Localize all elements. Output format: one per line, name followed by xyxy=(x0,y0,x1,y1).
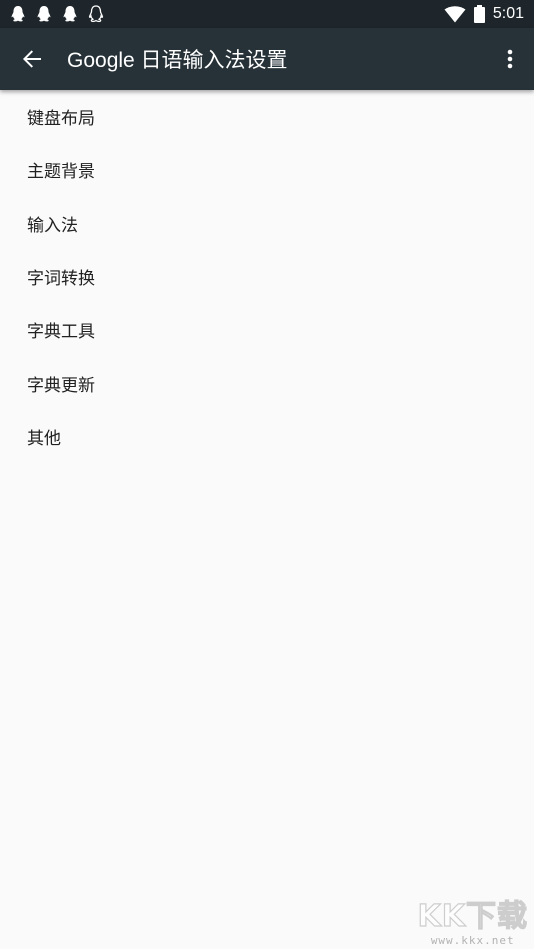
notification-icons xyxy=(0,5,104,23)
wifi-icon xyxy=(444,5,466,23)
qq-outline-icon xyxy=(88,5,104,23)
settings-item-dictionary-tool[interactable]: 字典工具 xyxy=(0,303,534,356)
settings-item-input-method[interactable]: 输入法 xyxy=(0,197,534,250)
watermark-url: www.kkx.net xyxy=(430,934,515,947)
back-button[interactable] xyxy=(0,28,64,90)
settings-item-theme[interactable]: 主题背景 xyxy=(0,143,534,196)
settings-item-label: 字词转换 xyxy=(27,269,95,290)
watermark: KK下载 www.kkx.net xyxy=(417,899,529,947)
settings-item-label: 键盘布局 xyxy=(27,109,95,130)
app-bar: Google 日语输入法设置 xyxy=(0,28,534,90)
more-options-button[interactable] xyxy=(486,28,534,90)
clock: 5:01 xyxy=(492,5,524,22)
settings-item-label: 字典更新 xyxy=(27,375,95,396)
status-bar: 5:01 xyxy=(0,0,534,28)
settings-item-label: 主题背景 xyxy=(27,162,95,183)
settings-item-label: 其他 xyxy=(27,428,61,449)
settings-item-conversion[interactable]: 字词转换 xyxy=(0,250,534,303)
settings-item-dictionary-update[interactable]: 字典更新 xyxy=(0,356,534,409)
settings-list: 键盘布局 主题背景 输入法 字词转换 字典工具 字典更新 其他 xyxy=(0,90,534,463)
more-vert-icon xyxy=(507,49,513,69)
settings-item-keyboard-layout[interactable]: 键盘布局 xyxy=(0,90,534,143)
settings-item-other[interactable]: 其他 xyxy=(0,410,534,463)
watermark-logo: KK下载 xyxy=(417,899,528,934)
qq-icon xyxy=(62,5,78,23)
qq-icon xyxy=(36,5,52,23)
settings-item-label: 字典工具 xyxy=(27,322,95,343)
page-title: Google 日语输入法设置 xyxy=(67,49,288,72)
settings-item-label: 输入法 xyxy=(27,215,78,236)
battery-icon xyxy=(473,5,485,23)
qq-icon xyxy=(10,5,26,23)
arrow-back-icon xyxy=(22,49,42,69)
